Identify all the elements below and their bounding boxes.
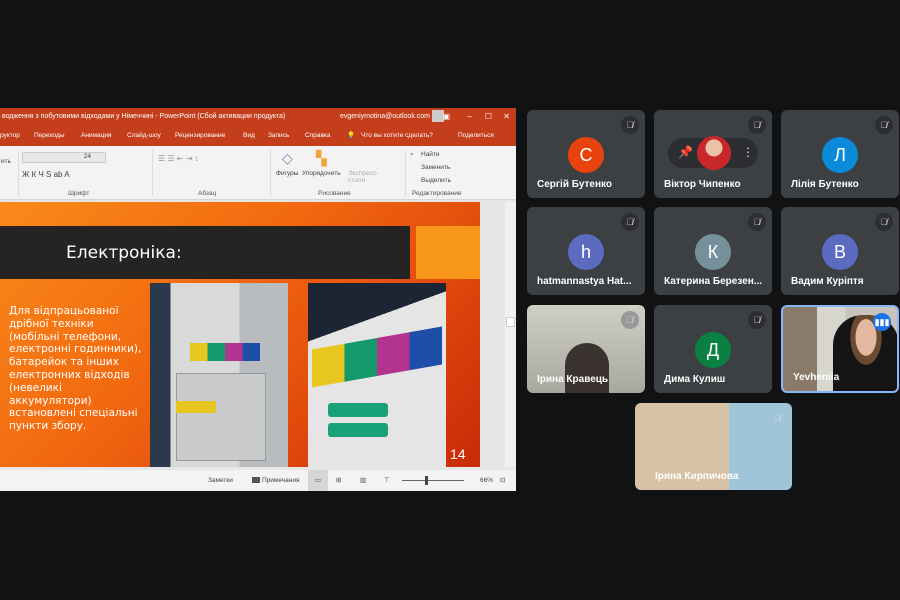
mic-off-icon: 🎙̸ — [621, 311, 639, 329]
arrange-icon[interactable]: ▚ — [316, 150, 327, 167]
participant-tile[interactable]: 🎙̸ С Сергій Бутенко — [527, 110, 645, 198]
reading-view-icon[interactable]: ▥ — [360, 470, 366, 491]
powerpoint-window: водження з побутовими відходами у Німечч… — [0, 108, 516, 491]
zoom-slider[interactable] — [402, 480, 464, 481]
participant-video-tile[interactable]: 🎙̸ Ірина Кирпичова — [635, 403, 792, 490]
participant-tile[interactable]: 🎙̸ К Катерина Березен... — [654, 207, 772, 295]
slide-title-bar: Електроніка: — [0, 226, 410, 279]
tab-help[interactable]: Справка — [305, 125, 331, 146]
participant-name: Сергій Бутенко — [537, 179, 612, 190]
mic-off-icon: 🎙̸ — [621, 213, 639, 231]
avatar: h — [568, 234, 604, 270]
participant-name: Yevheniia — [793, 372, 840, 383]
comments-button[interactable]: Примечания — [262, 470, 300, 491]
tab-transitions[interactable]: Переходы — [34, 125, 65, 146]
title-bar: водження з побутовими відходами у Німечч… — [0, 108, 516, 125]
avatar: С — [568, 137, 604, 173]
quick-styles-button[interactable]: Экспресс-стили — [348, 170, 378, 184]
editing-group-label: Редактирование — [412, 190, 462, 197]
mic-off-icon: 🎙̸ — [748, 311, 766, 329]
shapes-icon[interactable]: ◇ — [282, 150, 293, 167]
paragraph-buttons[interactable]: ☰ ☰ ⇤ ⇥ ↕ — [158, 154, 199, 163]
font-group-label: Шрифт — [68, 190, 90, 197]
participant-name: Дима Кулиш — [664, 374, 726, 385]
tile-hover-controls: 📌 ⋮ — [668, 136, 758, 170]
avatar: Д — [695, 332, 731, 368]
recycling-bins-photo — [308, 283, 446, 467]
tab-design[interactable]: руктор — [0, 125, 20, 146]
participant-name: Ірина Кирпичова — [655, 471, 739, 482]
mic-off-icon: 🎙̸ — [621, 116, 639, 134]
tab-slideshow[interactable]: Слайд-шоу — [127, 125, 161, 146]
maximize-icon[interactable]: ☐ — [485, 108, 492, 125]
ribbon-display-icon[interactable]: ▣ — [442, 108, 450, 125]
select-button[interactable]: Выделить — [421, 177, 451, 184]
ribbon-tabs: руктор Переходы Анимация Слайд-шоу Рецен… — [0, 125, 516, 146]
tab-animations[interactable]: Анимация — [81, 125, 112, 146]
replace-button[interactable]: Заменить — [421, 164, 450, 171]
participant-video-tile-speaking[interactable]: ▮▮▮ Yevheniia — [781, 305, 899, 393]
avatar: В — [822, 234, 858, 270]
slideshow-icon[interactable]: ⊤ — [384, 470, 390, 491]
account-email[interactable]: evgeniymotina@outlook.com — [340, 108, 430, 125]
tab-view[interactable]: Вид — [243, 125, 255, 146]
window-title: водження з побутовими відходами у Німечч… — [2, 113, 286, 120]
participant-name: Ірина Кравець — [537, 374, 609, 385]
mic-off-icon: 🎙̸ — [748, 213, 766, 231]
shapes-button[interactable]: Фигуры — [276, 170, 298, 177]
find-icon: ⌕ — [410, 151, 414, 158]
tab-review[interactable]: Рецензирование — [175, 125, 225, 146]
participant-name: Лілія Бутенко — [791, 179, 859, 190]
participant-tile[interactable]: 🎙̸ Л Лілія Бутенко — [781, 110, 899, 198]
drawing-group-label: Рисование — [318, 190, 351, 197]
slide-number: 14 — [450, 446, 466, 462]
tell-me-search[interactable]: Что вы хотите сделать? — [361, 125, 433, 146]
normal-view-icon[interactable]: ▭ — [308, 470, 328, 491]
arrange-button[interactable]: Упорядочить — [302, 170, 341, 177]
collection-point-photo — [150, 283, 288, 467]
share-button[interactable]: Поделиться — [458, 125, 494, 146]
participant-tile[interactable]: 🎙̸ 📌 ⋮ Віктор Чипенко — [654, 110, 772, 198]
ribbon: ить 24 Ж К Ч S ab A Шрифт ☰ ☰ ⇤ ⇥ ↕ Абза… — [0, 146, 516, 200]
lightbulb-icon: 💡 — [347, 132, 356, 139]
paragraph-group-label: Абзац — [198, 190, 217, 197]
paste-label[interactable]: ить — [1, 158, 11, 165]
minimize-icon[interactable]: – — [468, 108, 472, 125]
zoom-level[interactable]: 66% — [480, 470, 493, 491]
avatar: Л — [822, 137, 858, 173]
pin-icon[interactable]: 📌 — [678, 145, 693, 159]
mic-off-icon: 🎙̸ — [773, 413, 781, 423]
slide-title: Електроніка: — [66, 243, 182, 263]
participant-tile[interactable]: 🎙̸ Д Дима Кулиш — [654, 305, 772, 393]
zoom-slider-thumb[interactable] — [425, 476, 428, 485]
participant-video — [565, 343, 609, 393]
notes-button[interactable]: Заметки — [208, 470, 233, 491]
participant-name: Катерина Березен... — [664, 276, 763, 287]
vertical-scrollbar[interactable] — [505, 202, 516, 467]
mic-off-icon: 🎙̸ — [875, 116, 893, 134]
slide-sorter-icon[interactable]: ⊞ — [336, 470, 341, 491]
avatar — [697, 136, 731, 170]
font-size-field[interactable]: 24 — [22, 152, 106, 163]
participant-video-tile[interactable]: 🎙̸ Ірина Кравець — [527, 305, 645, 393]
close-icon[interactable]: ✕ — [503, 108, 510, 125]
mic-off-icon: 🎙̸ — [875, 213, 893, 231]
participant-name: Віктор Чипенко — [664, 179, 741, 190]
participant-tile[interactable]: 🎙̸ В Вадим Куріптя — [781, 207, 899, 295]
slide-body-text: Для відпрацьованої дрібної техніки (мобі… — [9, 305, 142, 433]
participant-name: hatmannastya Hat... — [537, 276, 632, 287]
mic-off-icon: 🎙̸ — [748, 116, 766, 134]
font-format-buttons[interactable]: Ж К Ч S ab A — [22, 170, 70, 179]
participant-tile[interactable]: 🎙̸ h hatmannastya Hat... — [527, 207, 645, 295]
avatar: К — [695, 234, 731, 270]
fit-slide-icon[interactable]: ⊡ — [500, 470, 505, 491]
tab-record[interactable]: Запись — [268, 125, 289, 146]
status-bar: Заметки Примечания ▭ ⊞ ▥ ⊤ 66% ⊡ — [0, 470, 516, 491]
participant-name: Вадим Куріптя — [791, 276, 864, 287]
slide-accent-block — [416, 226, 480, 279]
more-options-icon[interactable]: ⋮ — [742, 145, 754, 159]
speaking-indicator-icon: ▮▮▮ — [873, 313, 891, 331]
slide[interactable]: Електроніка: Для відпрацьованої дрібної … — [0, 202, 480, 467]
find-button[interactable]: Найти — [421, 151, 440, 158]
